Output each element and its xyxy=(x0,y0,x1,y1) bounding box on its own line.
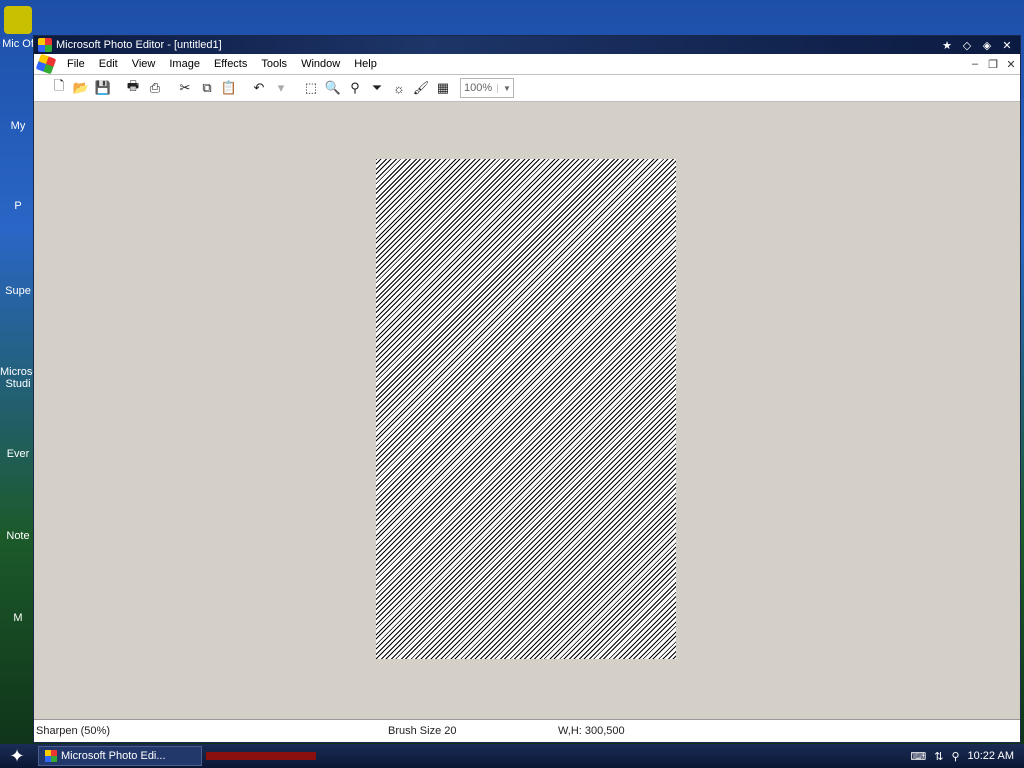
window-title: Microsoft Photo Editor - [untitled1] xyxy=(56,39,222,51)
taskbar-decoration xyxy=(206,752,316,760)
funnel-icon[interactable]: ⏷ xyxy=(366,77,388,99)
photo-editor-icon xyxy=(45,750,57,762)
copy-icon[interactable]: ⧉ xyxy=(196,77,218,99)
chevron-down-icon[interactable]: ▼ xyxy=(497,83,513,93)
taskbar: ✦ Microsoft Photo Edi... ⌨ ⇅ ⚲ 10:22 AM xyxy=(0,744,1024,768)
minimize-button[interactable]: ◇ xyxy=(958,38,976,52)
menu-file[interactable]: File xyxy=(60,58,92,70)
new-icon[interactable]: 🗋 xyxy=(48,77,70,99)
network-icon[interactable]: ⇅ xyxy=(934,750,943,763)
canvas-area[interactable] xyxy=(34,102,1020,719)
desktop-icon-5[interactable]: Microso Studi xyxy=(0,366,39,390)
paste-icon[interactable]: 📋 xyxy=(218,77,240,99)
system-tray: ⌨ ⇅ ⚲ 10:22 AM xyxy=(910,750,1024,763)
document-icon[interactable] xyxy=(35,53,57,75)
start-button[interactable]: ✦ xyxy=(0,744,34,768)
close-button[interactable]: ✕ xyxy=(998,38,1016,52)
image-canvas[interactable] xyxy=(376,159,676,659)
open-icon[interactable]: 📂 xyxy=(70,77,92,99)
maximize-button[interactable]: ◈ xyxy=(978,38,996,52)
sun-icon[interactable]: ☼ xyxy=(388,77,410,99)
status-dimensions: W,H: 300,500 xyxy=(558,725,625,737)
scan-icon[interactable]: ⎙ xyxy=(144,77,166,99)
desktop-icon-4[interactable]: Supe xyxy=(0,285,36,297)
doc-restore-button[interactable]: ❐ xyxy=(984,58,1002,71)
desktop-icon-1[interactable]: Mic Of xyxy=(0,38,36,50)
undo-dropdown-icon[interactable]: ▾ xyxy=(270,77,292,99)
menu-bar: File Edit View Image Effects Tools Windo… xyxy=(34,53,1020,75)
menu-window[interactable]: Window xyxy=(294,58,347,70)
save-icon[interactable]: 💾 xyxy=(92,77,114,99)
menu-edit[interactable]: Edit xyxy=(92,58,125,70)
photo-editor-icon xyxy=(38,38,52,52)
menu-help[interactable]: Help xyxy=(347,58,384,70)
taskbar-item-photo-editor[interactable]: Microsoft Photo Edi... xyxy=(38,746,202,766)
toolbar: 🗋 📂 💾 🖶 ⎙ ✂ ⧉ 📋 ↶ ▾ ⬚ 🔍 ⚲ ⏷ ☼ 🖌 ▦ 100% ▼ xyxy=(34,75,1020,102)
document-controls: – ❐ ✕ xyxy=(966,58,1020,71)
zoom-select[interactable]: 100% ▼ xyxy=(460,78,514,98)
menu-image[interactable]: Image xyxy=(162,58,207,70)
menu-view[interactable]: View xyxy=(125,58,163,70)
desktop-icon-3[interactable]: P xyxy=(0,200,36,212)
clock[interactable]: 10:22 AM xyxy=(968,750,1014,762)
app-icon xyxy=(4,6,32,34)
desktop-icon-8[interactable]: M xyxy=(0,612,36,624)
taskbar-item-label: Microsoft Photo Edi... xyxy=(61,750,166,762)
status-brush-size: Brush Size 20 xyxy=(388,725,457,737)
title-bar[interactable]: Microsoft Photo Editor - [untitled1] ★ ◇… xyxy=(34,36,1020,54)
cut-icon[interactable]: ✂ xyxy=(174,77,196,99)
print-icon[interactable]: 🖶 xyxy=(122,77,144,99)
doc-minimize-button[interactable]: – xyxy=(966,58,984,71)
menu-tools[interactable]: Tools xyxy=(254,58,294,70)
zoom-value: 100% xyxy=(464,82,493,94)
desktop-icon-7[interactable]: Note xyxy=(0,530,36,542)
status-effect: Sharpen (50%) xyxy=(36,725,110,737)
pin-icon[interactable]: ⚲ xyxy=(344,77,366,99)
select-icon[interactable]: ⬚ xyxy=(300,77,322,99)
search-icon[interactable]: ⚲ xyxy=(951,750,959,763)
brush-icon[interactable]: 🖌 xyxy=(410,77,432,99)
star-icon[interactable]: ★ xyxy=(938,38,956,52)
desktop-icon-6[interactable]: Ever xyxy=(0,448,36,460)
properties-icon[interactable]: ▦ xyxy=(432,77,454,99)
zoom-icon[interactable]: 🔍 xyxy=(322,77,344,99)
desktop-icon-top[interactable] xyxy=(0,6,36,36)
status-bar: Sharpen (50%) Brush Size 20 W,H: 300,500 xyxy=(34,719,1020,742)
keyboard-icon[interactable]: ⌨ xyxy=(910,750,926,763)
undo-icon[interactable]: ↶ xyxy=(248,77,270,99)
doc-close-button[interactable]: ✕ xyxy=(1002,58,1020,71)
photo-editor-window: Microsoft Photo Editor - [untitled1] ★ ◇… xyxy=(33,35,1021,743)
menu-effects[interactable]: Effects xyxy=(207,58,254,70)
desktop-icon-2[interactable]: My xyxy=(0,120,36,132)
